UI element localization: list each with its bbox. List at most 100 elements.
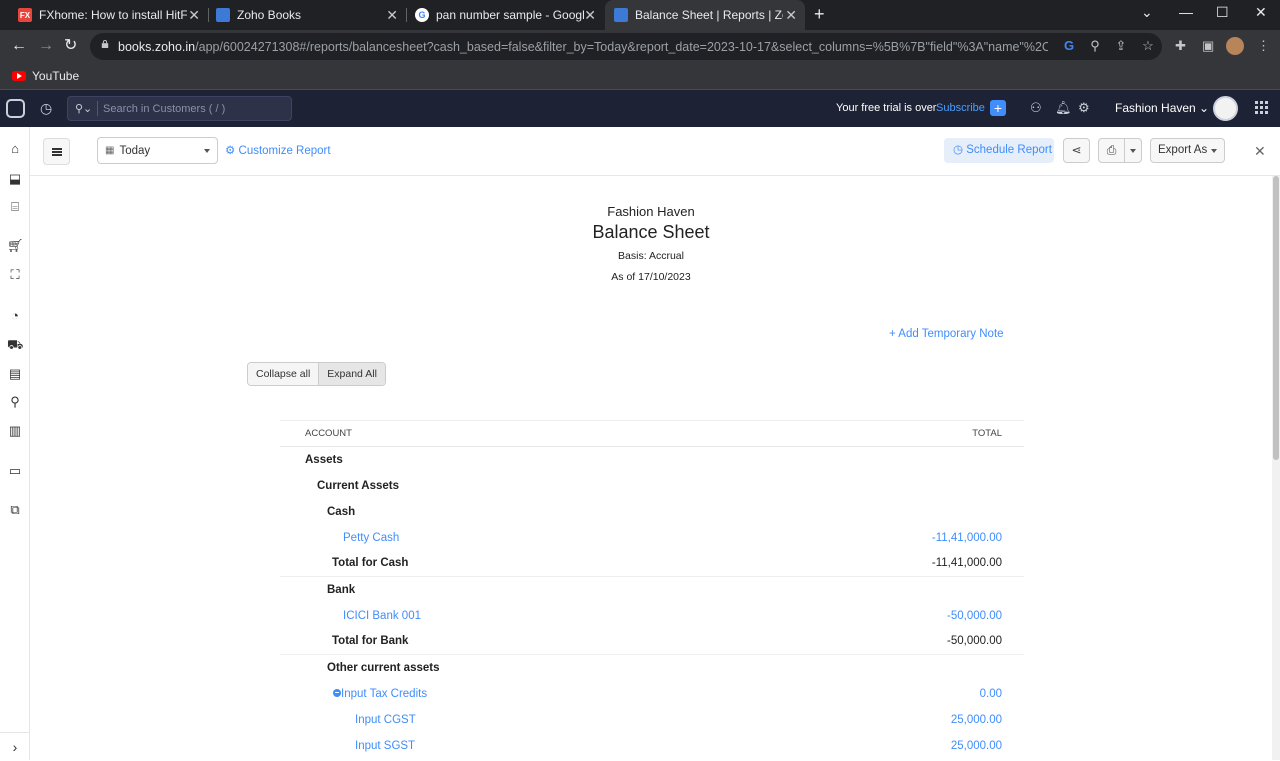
browser-tab-balance-sheet[interactable]: Balance Sheet | Reports | Zoho B ✕ (605, 0, 805, 30)
accountant-icon[interactable]: ⚲ (7, 394, 23, 410)
subscribe-link[interactable]: Subscribe (936, 102, 985, 114)
browser-tab-zoho-books[interactable]: Zoho Books ✕ (208, 0, 406, 30)
e-way-bills-truck-icon[interactable]: ⛟ (7, 337, 23, 353)
scrollbar-thumb[interactable] (1273, 176, 1279, 460)
url-path: /app/60024271308#/reports/balancesheet?c… (195, 40, 1048, 54)
search-divider (97, 101, 98, 116)
account-link[interactable]: ICICI Bank 001 (280, 603, 752, 629)
close-tab-icon[interactable]: ✕ (584, 7, 596, 23)
user-avatar[interactable] (1213, 96, 1238, 121)
close-report-icon[interactable]: ✕ (1254, 143, 1266, 160)
bookmark-label: YouTube (32, 69, 80, 83)
close-tab-icon[interactable]: ✕ (785, 7, 797, 23)
items-icon[interactable]: ⬓ (7, 171, 23, 187)
expand-sidebar-chevron-icon[interactable]: › (0, 732, 30, 760)
reports-chart-icon[interactable]: ▥ (7, 423, 23, 439)
purchases-bag-icon[interactable]: ⛶ (7, 267, 23, 283)
schedule-report-label: Schedule Report (966, 144, 1052, 156)
address-bar[interactable]: books.zoho.in/app/60024271308#/reports/b… (90, 33, 1162, 60)
account-link[interactable]: Input CGST (280, 707, 752, 733)
add-temporary-note-button[interactable]: + Add Temporary Note (889, 328, 1004, 340)
table-row: Current Assets (280, 473, 1024, 499)
collapse-minus-icon[interactable] (333, 688, 341, 697)
expand-all-button[interactable]: Expand All (318, 363, 385, 385)
schedule-report-button[interactable]: ◷ Schedule Report (944, 138, 1054, 163)
bookmark-star-icon[interactable]: ☆ (1141, 39, 1155, 53)
minimize-icon[interactable]: — (1179, 4, 1193, 20)
browser-menu-icon[interactable]: ⋮ (1257, 38, 1270, 54)
reload-icon[interactable]: ↻ (64, 36, 77, 56)
new-tab-icon[interactable]: + (814, 4, 825, 24)
customize-report-label: Customize Report (238, 145, 331, 157)
report-as-of-date: As of 17/10/2023 (611, 271, 691, 283)
forward-arrow-icon[interactable]: → (38, 36, 54, 56)
organization-switcher[interactable]: Fashion Haven ⌄ (1115, 101, 1209, 115)
google-favicon-icon: G (415, 8, 429, 22)
print-options-dropdown[interactable] (1124, 138, 1142, 163)
tab-search-chevron-icon[interactable]: ⌄ (1141, 4, 1153, 21)
account-total-link[interactable]: 0.00 (752, 681, 1024, 707)
chevron-down-icon (1211, 149, 1217, 153)
fxhome-favicon-icon: FX (18, 8, 32, 22)
users-icon[interactable]: ⚇ (1030, 100, 1042, 116)
search-icon[interactable]: ⚲⌄ (75, 102, 92, 115)
date-range-select[interactable]: ▦ Today (97, 137, 218, 164)
table-row: Input Tax Credits 0.00 (280, 681, 1024, 707)
google-lens-icon[interactable]: G (1062, 39, 1076, 53)
time-tracking-icon[interactable]: ◔ (7, 308, 23, 324)
account-link[interactable]: Input SGST (280, 733, 752, 759)
search-input[interactable] (103, 100, 283, 117)
zoho-books-logo-icon[interactable] (6, 99, 25, 118)
documents-folder-icon[interactable]: ▭ (7, 463, 23, 479)
maximize-icon[interactable]: ☐ (1216, 4, 1229, 21)
browser-tab-fxhome[interactable]: FX FXhome: How to install HitFilm \ ✕ (10, 0, 208, 30)
column-header-total: TOTAL (751, 420, 1024, 447)
side-panel-icon[interactable]: ▣ (1202, 38, 1214, 54)
table-row: ICICI Bank 001 -50,000.00 (280, 603, 1024, 629)
zoom-icon[interactable]: ⚲ (1088, 39, 1102, 53)
chevron-down-icon (204, 149, 210, 153)
back-arrow-icon[interactable]: ← (11, 36, 27, 56)
export-as-dropdown[interactable]: Export As (1150, 138, 1225, 163)
browser-tab-google-search[interactable]: G pan number sample - Google Se ✕ (406, 0, 604, 30)
account-total-link[interactable]: -11,41,000.00 (752, 525, 1024, 551)
account-link[interactable]: Petty Cash (280, 525, 752, 551)
report-scrollbar[interactable] (1272, 176, 1280, 760)
account-total-link[interactable]: 25,000.00 (752, 707, 1024, 733)
quick-create-plus-icon[interactable]: + (990, 100, 1006, 116)
account-link-label[interactable]: Input Tax Credits (341, 688, 427, 700)
home-icon[interactable]: ⌂ (7, 141, 23, 157)
notifications-bell-icon[interactable]: 🔔︎ (1055, 100, 1072, 116)
close-tab-icon[interactable]: ✕ (386, 7, 398, 23)
url-host: books.zoho.in (118, 40, 196, 54)
banking-icon[interactable]: ⌸ (7, 199, 23, 215)
share-report-icon[interactable]: ⋖ (1063, 138, 1090, 163)
menu-hamburger-icon[interactable] (43, 138, 70, 165)
app-launcher-grid-icon[interactable] (1255, 101, 1268, 114)
extensions-icon[interactable]: ✚ (1175, 38, 1186, 54)
table-row: Total for Bank -50,000.00 (280, 628, 1024, 655)
account-total (752, 499, 1024, 525)
customize-report-button[interactable]: ⚙ Customize Report (225, 143, 331, 157)
window-close-icon[interactable]: ✕ (1255, 4, 1267, 21)
print-icon[interactable]: ⎙ (1098, 138, 1125, 163)
account-label: Other current assets (327, 661, 440, 674)
bookmark-youtube[interactable]: YouTube (12, 69, 79, 83)
global-search[interactable]: ⚲⌄ (67, 96, 292, 121)
account-group-link[interactable]: Input Tax Credits (280, 681, 752, 707)
sales-cart-icon[interactable]: 🛒︎ (7, 238, 24, 254)
account-label: Assets (305, 453, 343, 466)
column-header-account: ACCOUNT (280, 420, 752, 447)
date-range-value: Today (119, 144, 151, 157)
settings-gear-icon[interactable]: ⚙ (1078, 100, 1090, 116)
collapse-all-button[interactable]: Collapse all (248, 363, 319, 385)
gst-filing-icon[interactable]: ▤ (7, 366, 23, 382)
account-total-link[interactable]: -50,000.00 (752, 603, 1024, 629)
share-icon[interactable]: ⇪ (1114, 39, 1128, 53)
account-total-link[interactable]: 25,000.00 (752, 733, 1024, 759)
recent-history-icon[interactable]: ◷ (40, 100, 52, 117)
browser-profile-avatar[interactable] (1226, 37, 1244, 55)
close-tab-icon[interactable]: ✕ (188, 7, 200, 23)
table-row: Input SGST 25,000.00 (280, 733, 1024, 759)
config-icon[interactable]: ⧉ (7, 502, 23, 518)
